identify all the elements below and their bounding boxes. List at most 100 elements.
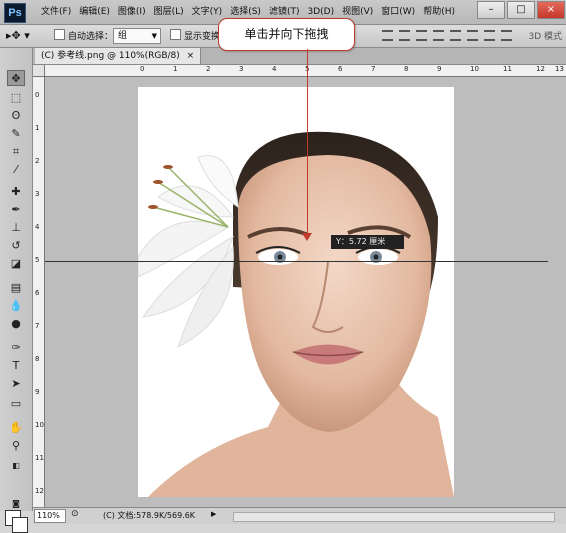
align-distribute-icons	[382, 30, 512, 41]
history-brush-tool-icon[interactable]: ↺	[7, 238, 25, 254]
type-tool-icon[interactable]: T	[7, 358, 25, 374]
path-select-tool-icon[interactable]: ➤	[7, 376, 25, 392]
blur-tool-icon[interactable]: 💧	[7, 298, 25, 314]
mode-3d-label[interactable]: 3D 模式	[528, 29, 562, 42]
ruler-tick: 12	[536, 65, 545, 73]
document-tab[interactable]: (C) 参考线.png @ 110%(RGB/8) ×	[35, 48, 202, 64]
drag-arrow-line	[307, 49, 308, 235]
document-image[interactable]	[138, 87, 454, 497]
ruler-tick: 8	[404, 65, 409, 73]
auto-select-checkbox[interactable]	[54, 29, 65, 40]
menu-item-layer[interactable]: 图层(L)	[150, 0, 188, 24]
menu-item-window[interactable]: 窗口(W)	[377, 0, 419, 24]
hand-tool-icon[interactable]: ✋	[7, 420, 25, 436]
horizontal-guide-line[interactable]	[45, 261, 548, 262]
ruler-tick: 8	[35, 355, 40, 363]
ruler-tick: 4	[35, 223, 40, 231]
distribute-top-icon[interactable]	[433, 30, 444, 41]
ruler-tick: 9	[35, 388, 40, 396]
ruler-tick: 11	[35, 454, 44, 462]
window-controls: – □ ×	[476, 0, 566, 22]
arrow-down-icon	[302, 233, 312, 241]
ruler-tick: 11	[503, 65, 512, 73]
show-transform-label: 显示变换	[184, 32, 221, 42]
document-tab-title: (C) 参考线.png @ 110%(RGB/8)	[41, 51, 180, 61]
shape-tool-icon[interactable]: ▭	[7, 396, 25, 412]
marquee-tool-icon[interactable]: ⬚	[7, 90, 25, 106]
dodge-tool-icon[interactable]: ●	[7, 316, 25, 332]
lasso-tool-icon[interactable]: ʘ	[7, 108, 25, 124]
eraser-tool-icon[interactable]: ◪	[7, 256, 25, 272]
document-size-info: (C) 文档:578.9K/569.6K	[103, 511, 196, 520]
ruler-tick: 0	[140, 65, 145, 73]
tools-panel: ✥ ⬚ ʘ ✎ ⌗ ⁄ ✚ ✒ ⊥ ↺ ◪ ▤ 💧 ● ✑ T ➤ ▭ ✋ ⚲ …	[0, 48, 33, 533]
background-color-swatch[interactable]	[12, 517, 28, 533]
eyedropper-tool-icon[interactable]: ⁄	[7, 162, 25, 178]
portrait-photo	[138, 131, 454, 497]
show-transform-option[interactable]: 显示变换	[170, 29, 220, 44]
ruler-tick: 6	[35, 289, 40, 297]
chevron-down-icon: ▼	[151, 32, 157, 40]
align-bottom-icon[interactable]	[416, 30, 427, 41]
menu-item-file[interactable]: 文件(F)	[37, 0, 75, 24]
status-menu-arrow-icon[interactable]: ▶	[211, 510, 216, 518]
distribute-bottom-icon[interactable]	[467, 30, 478, 41]
close-tab-icon[interactable]: ×	[187, 51, 195, 61]
move-tool-icon[interactable]: ✥	[7, 70, 25, 86]
ruler-tick: 3	[35, 190, 40, 198]
ruler-tick: 1	[173, 65, 178, 73]
ruler-tick: 10	[35, 421, 44, 429]
crop-tool-icon[interactable]: ⌗	[7, 144, 25, 160]
ruler-origin[interactable]	[33, 65, 45, 77]
ruler-tick: 3	[239, 65, 244, 73]
default-colors-icon[interactable]: ◧	[7, 458, 25, 474]
horizontal-ruler[interactable]: 0 1 2 3 4 5 6 7 8 9 10 11 12 13	[45, 65, 566, 77]
vertical-ruler[interactable]: 0 1 2 3 4 5 6 7 8 9 10 11 12	[33, 77, 45, 507]
close-button[interactable]: ×	[537, 1, 565, 19]
ruler-tick: 4	[272, 65, 277, 73]
ruler-tick: 7	[371, 65, 376, 73]
align-middle-icon[interactable]	[399, 30, 410, 41]
gradient-tool-icon[interactable]: ▤	[7, 280, 25, 296]
guide-position-tooltip: Y：5.72 厘米	[331, 235, 404, 249]
ruler-tick: 9	[437, 65, 442, 73]
menu-item-help[interactable]: 帮助(H)	[419, 0, 459, 24]
auto-select-dropdown[interactable]: 组 ▼	[113, 28, 161, 44]
menu-item-image[interactable]: 图像(I)	[114, 0, 150, 24]
distribute-right-icon[interactable]	[501, 30, 512, 41]
ruler-tick: 0	[35, 91, 40, 99]
zoom-level-field[interactable]: 110%	[34, 509, 66, 523]
quick-select-tool-icon[interactable]: ✎	[7, 126, 25, 142]
lily-flower	[138, 155, 239, 348]
auto-select-option[interactable]: 自动选择：	[54, 29, 113, 44]
move-tool-preset-icon[interactable]: ▸✥ ▾	[6, 29, 30, 43]
quick-mask-icon[interactable]: ◙	[7, 496, 25, 512]
instruction-callout: 单击并向下拖拽	[218, 18, 355, 51]
ruler-tick: 2	[35, 157, 40, 165]
ruler-tick: 1	[35, 124, 40, 132]
ruler-tick: 7	[35, 322, 40, 330]
maximize-button[interactable]: □	[507, 1, 535, 19]
ruler-tick: 2	[206, 65, 211, 73]
ruler-tick: 13	[555, 65, 564, 73]
horizontal-scrollbar[interactable]	[233, 512, 555, 522]
clone-stamp-tool-icon[interactable]: ⊥	[7, 220, 25, 236]
align-top-icon[interactable]	[382, 30, 393, 41]
menu-item-edit[interactable]: 编辑(E)	[75, 0, 114, 24]
auto-select-value: 组	[118, 31, 128, 41]
auto-select-label: 自动选择：	[68, 32, 114, 42]
status-info-icon[interactable]: ⊙	[71, 509, 79, 519]
photoshop-logo-icon: Ps	[4, 3, 26, 23]
distribute-left-icon[interactable]	[484, 30, 495, 41]
pen-tool-icon[interactable]: ✑	[7, 340, 25, 356]
ruler-tick: 12	[35, 487, 44, 495]
brush-tool-icon[interactable]: ✒	[7, 202, 25, 218]
minimize-button[interactable]: –	[477, 1, 505, 19]
ruler-tick: 5	[35, 256, 40, 264]
zoom-tool-icon[interactable]: ⚲	[7, 438, 25, 454]
show-transform-checkbox[interactable]	[170, 29, 181, 40]
status-bar: 110% ⊙ (C) 文档:578.9K/569.6K ▶	[33, 507, 566, 524]
healing-brush-tool-icon[interactable]: ✚	[7, 184, 25, 200]
distribute-middle-icon[interactable]	[450, 30, 461, 41]
ruler-tick: 10	[470, 65, 479, 73]
